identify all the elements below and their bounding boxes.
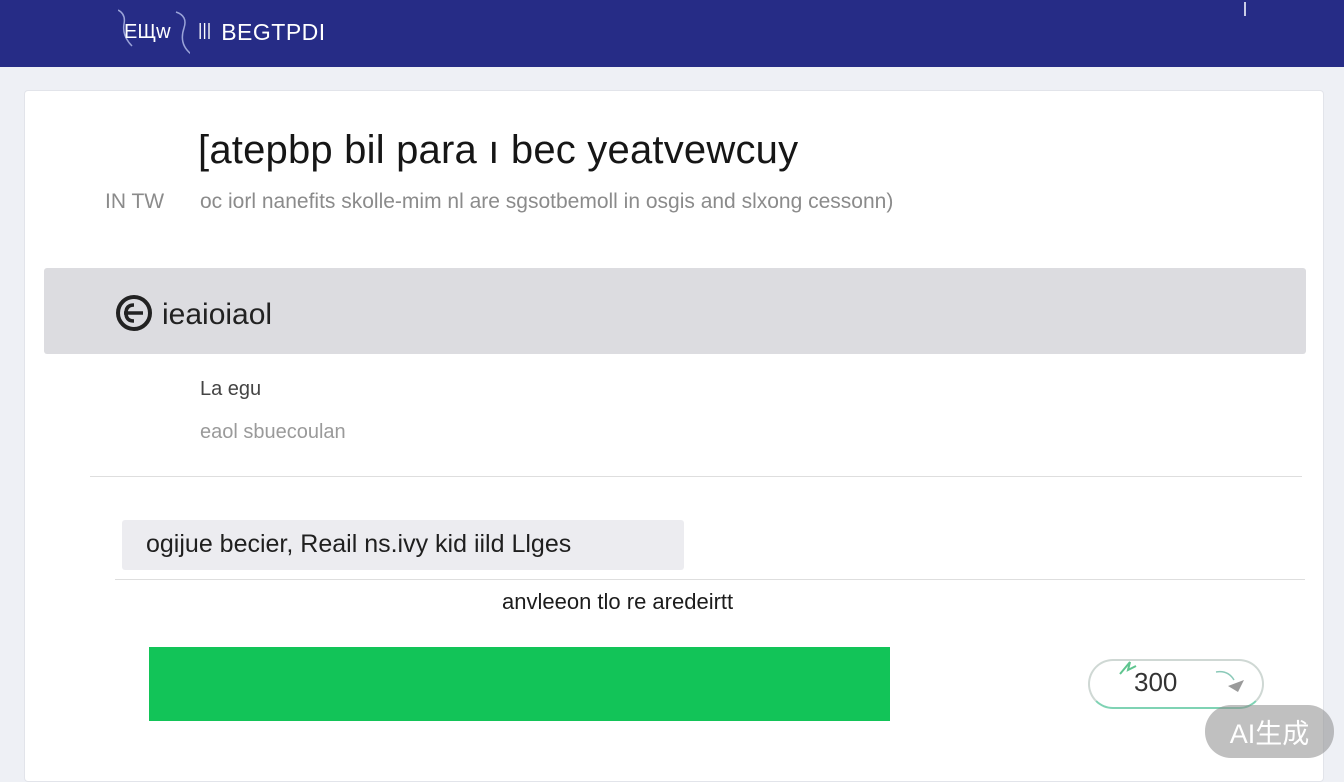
corner-marker [1244, 2, 1246, 16]
field-label: La egu [200, 378, 262, 400]
progress-caption: anvleeon tlo re aredeirtt [502, 589, 734, 614]
brand[interactable]: ЕЩw ꔖ BEGTPDI [118, 6, 326, 58]
counter-value: 300 [1134, 667, 1178, 697]
divider [115, 579, 1305, 580]
page-subtitle: oc iorl nanefits skolle-mim nl are sgsot… [200, 190, 894, 213]
info-chip-text: ogijue becier, Reail ns.ivy kid iild Llg… [146, 530, 572, 558]
watermark-badge: AI生成 [1205, 705, 1334, 758]
top-navigation-bar: ЕЩw ꔖ BEGTPDI [0, 0, 1344, 67]
arrow-icon [1215, 670, 1244, 692]
page-title: [atepbp bil para ı bec yeatvewcuy [198, 128, 799, 172]
progress-bar [149, 647, 890, 721]
logo-text: ЕЩw [124, 21, 171, 43]
meta-tag: IN TW [105, 190, 165, 213]
brand-glyph-icon: ꔖ [198, 19, 212, 44]
brand-name: BEGTPDI [221, 18, 326, 45]
field-value: eaol sbuecoulan [200, 421, 346, 443]
section-logo-icon [116, 295, 152, 331]
section-label: ieaioiaol [162, 298, 273, 331]
logo-icon: ЕЩw [118, 6, 190, 58]
divider [90, 476, 1302, 477]
progress-bar-fill [149, 647, 890, 721]
